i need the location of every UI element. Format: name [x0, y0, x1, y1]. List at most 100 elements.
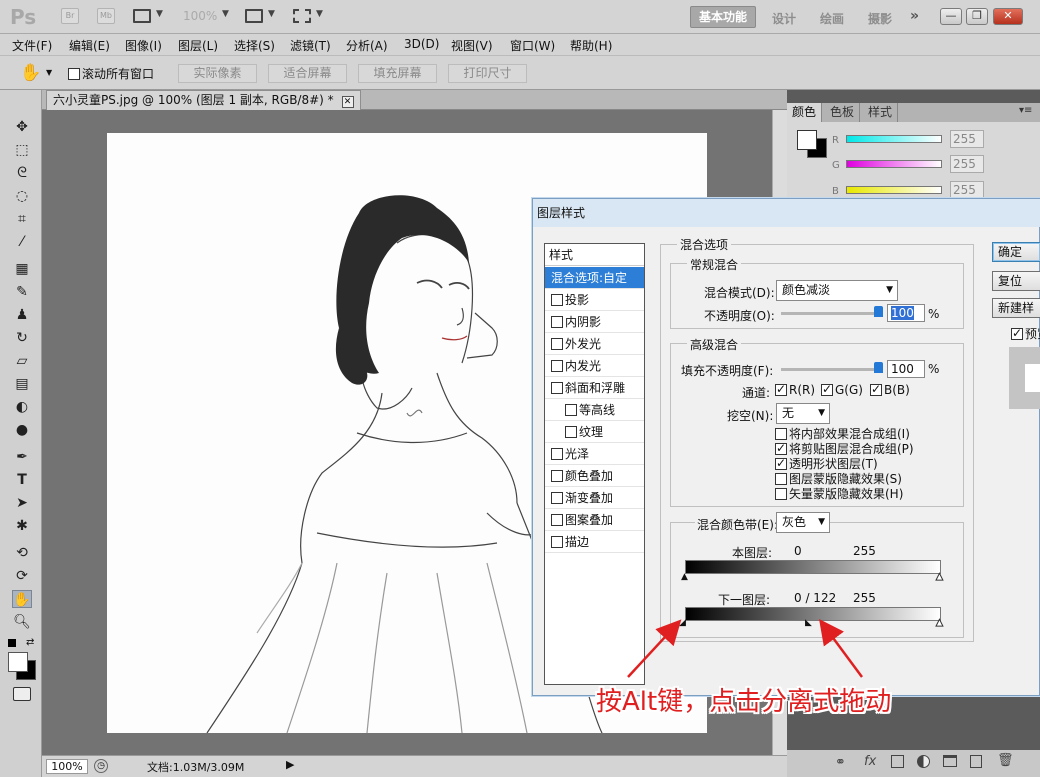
chevron-down-icon[interactable]: ▼ [316, 9, 323, 19]
actual-pixels-button[interactable]: 实际像素 [178, 64, 257, 83]
channel-g-value[interactable]: 255 [950, 155, 984, 173]
style-item-gradient-overlay[interactable]: 渐变叠加 [545, 487, 644, 509]
style-item-blending-options[interactable]: 混合选项:自定 [545, 267, 644, 289]
channel-r-checkbox[interactable]: R(R) [775, 382, 815, 397]
restore-button[interactable]: ❐ [966, 8, 988, 25]
adjustment-layer-icon[interactable] [917, 755, 930, 768]
bridge-button[interactable]: Br [61, 8, 79, 24]
3d-rotate-tool-icon[interactable]: ⟲ [12, 544, 32, 562]
style-item-inner-shadow[interactable]: 内阴影 [545, 311, 644, 333]
new-layer-icon[interactable] [970, 755, 982, 768]
quick-selection-tool-icon[interactable]: ◌ [12, 187, 32, 205]
menu-edit[interactable]: 编辑(E) [69, 37, 110, 54]
channel-r-slider[interactable] [846, 135, 942, 143]
foreground-color-swatch[interactable] [797, 130, 817, 150]
status-info-icon[interactable]: ◷ [94, 759, 108, 773]
style-item-satin[interactable]: 光泽 [545, 443, 644, 465]
opacity-slider[interactable] [781, 312, 881, 315]
channel-b-slider[interactable] [846, 186, 942, 194]
zoom-tool-icon[interactable]: 🔍︎ [12, 613, 32, 631]
this-layer-gradient[interactable] [685, 560, 941, 574]
minimize-button[interactable]: — [940, 8, 962, 25]
channel-b-value[interactable]: 255 [950, 181, 984, 199]
close-tab-icon[interactable]: ✕ [341, 96, 354, 108]
style-item-bevel-emboss[interactable]: 斜面和浮雕 [545, 377, 644, 399]
blend-mode-select[interactable]: 颜色减淡 ▼ [776, 280, 898, 301]
menu-help[interactable]: 帮助(H) [570, 37, 612, 54]
panel-menu-icon[interactable]: ▾≡ [1019, 105, 1032, 116]
workspace-essentials[interactable]: 基本功能 [690, 6, 756, 28]
fill-opacity-input[interactable]: 100 [887, 360, 925, 378]
channel-b-checkbox[interactable]: B(B) [870, 382, 910, 397]
path-selection-tool-icon[interactable]: ➤ [12, 494, 32, 512]
lasso-tool-icon[interactable]: ᘓ [12, 164, 32, 182]
pen-tool-icon[interactable]: ✒ [12, 448, 32, 466]
healing-brush-tool-icon[interactable]: ▦ [12, 260, 32, 278]
hand-tool-icon[interactable]: ✋ [20, 63, 41, 83]
preview-checkbox[interactable]: 预览 [1011, 325, 1040, 342]
tab-color[interactable]: 颜色 [787, 103, 823, 122]
style-item-texture[interactable]: 纹理 [545, 421, 644, 443]
move-tool-icon[interactable]: ✥ [12, 118, 32, 136]
view-extras-icon[interactable] [133, 9, 151, 23]
document-tab[interactable]: 六小灵童PS.jpg @ 100% (图层 1 副本, RGB/8#) * ✕ [46, 90, 361, 110]
reset-button[interactable]: 复位 [992, 271, 1040, 291]
option-vector-mask-hides[interactable]: 矢量蒙版隐藏效果(H) [775, 485, 903, 502]
screen-mode-icon[interactable] [293, 9, 311, 23]
menu-3d[interactable]: 3D(D) [404, 37, 439, 51]
marquee-tool-icon[interactable]: ⬚ [12, 141, 32, 159]
menu-analysis[interactable]: 分析(A) [346, 37, 388, 54]
fx-icon[interactable]: fx [864, 754, 876, 769]
knockout-select[interactable]: 无 ▼ [776, 403, 830, 424]
gradient-tool-icon[interactable]: ▤ [12, 375, 32, 393]
fit-screen-button[interactable]: 适合屏幕 [268, 64, 347, 83]
fill-opacity-slider-handle[interactable] [874, 362, 883, 373]
channel-g-checkbox[interactable]: G(G) [821, 382, 863, 397]
workspace-design[interactable]: 设计 [772, 10, 796, 27]
chevron-down-icon[interactable]: ▼ [222, 9, 229, 19]
channel-r-value[interactable]: 255 [950, 130, 984, 148]
opacity-slider-handle[interactable] [874, 306, 883, 317]
new-style-button[interactable]: 新建样式... [992, 298, 1040, 318]
scroll-all-windows-checkbox[interactable]: 滚动所有窗口 [68, 65, 154, 82]
link-layers-icon[interactable]: ⚭ [835, 755, 846, 770]
dodge-tool-icon[interactable]: ● [12, 421, 32, 439]
add-mask-icon[interactable] [891, 755, 904, 768]
new-group-icon[interactable] [943, 755, 957, 767]
mini-bridge-button[interactable]: Mb [97, 8, 115, 24]
opacity-input[interactable]: 100 [887, 304, 925, 322]
style-item-drop-shadow[interactable]: 投影 [545, 289, 644, 311]
fill-screen-button[interactable]: 填充屏幕 [358, 64, 437, 83]
default-colors-icon[interactable] [8, 639, 16, 647]
menu-file[interactable]: 文件(F) [12, 37, 52, 54]
close-button[interactable]: ✕ [993, 8, 1023, 25]
more-workspaces-icon[interactable]: » [910, 8, 919, 24]
menu-view[interactable]: 视图(V) [451, 37, 493, 54]
history-brush-tool-icon[interactable]: ↻ [12, 329, 32, 347]
hand-tool-icon[interactable]: ✋ [12, 590, 32, 608]
blend-if-select[interactable]: 灰色 ▼ [776, 512, 830, 533]
eyedropper-tool-icon[interactable]: ⁄ [12, 233, 32, 251]
channel-g-slider[interactable] [846, 160, 942, 168]
brush-tool-icon[interactable]: ✎ [12, 283, 32, 301]
zoom-field[interactable]: 100% [46, 759, 88, 774]
print-size-button[interactable]: 打印尺寸 [448, 64, 527, 83]
delete-layer-icon[interactable]: 🗑︎ [997, 753, 1014, 768]
tab-styles[interactable]: 样式 [863, 103, 899, 122]
menu-filter[interactable]: 滤镜(T) [290, 37, 331, 54]
menu-select[interactable]: 选择(S) [234, 37, 275, 54]
eraser-tool-icon[interactable]: ▱ [12, 352, 32, 370]
chevron-down-icon[interactable]: ▼ [46, 68, 52, 77]
workspace-painting[interactable]: 绘画 [820, 10, 844, 27]
style-item-color-overlay[interactable]: 颜色叠加 [545, 465, 644, 487]
chevron-down-icon[interactable]: ▼ [268, 9, 275, 19]
clone-stamp-tool-icon[interactable]: ♟ [12, 306, 32, 324]
shape-tool-icon[interactable]: ✱ [12, 517, 32, 535]
status-menu-arrow-icon[interactable]: ▶ [286, 758, 294, 771]
type-tool-icon[interactable]: T [12, 471, 32, 489]
menu-window[interactable]: 窗口(W) [510, 37, 555, 54]
fill-opacity-slider[interactable] [781, 368, 881, 371]
style-item-contour[interactable]: 等高线 [545, 399, 644, 421]
arrange-documents-icon[interactable] [245, 9, 263, 23]
chevron-down-icon[interactable]: ▼ [156, 9, 163, 19]
